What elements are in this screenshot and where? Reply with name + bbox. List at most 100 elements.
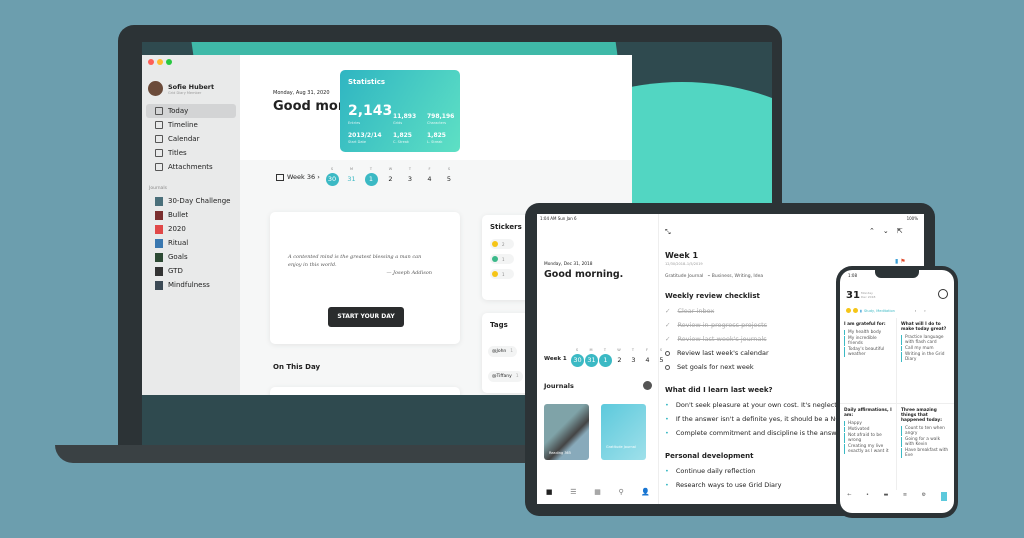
week-day[interactable]: F4	[641, 348, 653, 367]
journal-cover-icon[interactable]	[940, 492, 947, 501]
settings-icon[interactable]: ⚙	[922, 492, 926, 501]
tag-label: @John	[492, 349, 507, 354]
zoom-button[interactable]	[166, 59, 172, 65]
current-streak-value: 1,825	[393, 132, 412, 139]
week-day[interactable]: T3	[627, 348, 639, 367]
weekday-letter: F	[645, 348, 648, 352]
week-selector[interactable]: Week 36 ›	[276, 173, 320, 181]
journal-label: GTD	[168, 267, 183, 275]
sidebar-item-today[interactable]: Today	[146, 104, 236, 118]
current-streak-label: C. Streak	[393, 140, 409, 144]
profile-tab-icon[interactable]: 👤	[641, 488, 650, 496]
week-day[interactable]: M 31	[345, 167, 359, 186]
week-day[interactable]: F4	[423, 167, 437, 186]
week-day[interactable]: S 30	[325, 167, 339, 186]
sidebar-item-timeline[interactable]: Timeline	[146, 118, 236, 132]
tag-item[interactable]: @Tiffany 1	[488, 371, 523, 382]
journal-item[interactable]: Goals	[146, 250, 236, 264]
sticker-item[interactable]: 1	[490, 269, 514, 279]
day-number: 4	[427, 175, 432, 183]
grid-cell[interactable]: What will I do to make today great? Pract…	[897, 318, 954, 404]
checkbox-icon[interactable]	[665, 364, 670, 370]
weekday-letter: F	[428, 167, 431, 171]
journal-item[interactable]: 30-Day Challenge	[146, 194, 236, 208]
journal-cover[interactable]: Reading 365	[544, 404, 589, 460]
journal-label: 30-Day Challenge	[168, 197, 231, 205]
journal-cover[interactable]: Gratitude Journal	[601, 404, 646, 460]
sidebar-item-label: Titles	[168, 149, 187, 157]
sidebar-item-titles[interactable]: Titles	[146, 146, 236, 160]
close-button[interactable]	[148, 59, 154, 65]
journal-item[interactable]: 2020	[146, 222, 236, 236]
day-number: 2	[617, 356, 622, 364]
week-day[interactable]: T1	[364, 167, 378, 186]
item-text: If the answer isn't a definite yes, it s…	[675, 415, 843, 423]
week-day[interactable]: T3	[403, 167, 417, 186]
minimize-button[interactable]	[157, 59, 163, 65]
list-tab-icon[interactable]: ☰	[570, 488, 576, 496]
checkmark-icon[interactable]: ✓	[665, 321, 670, 329]
tag-item[interactable]: @John 1	[488, 346, 518, 357]
item-text: Research ways to use Grid Diary	[675, 481, 782, 489]
journal-cover-icon	[155, 196, 163, 206]
journal-item[interactable]: Bullet	[146, 208, 236, 222]
sidebar-item-attachments[interactable]: Attachments	[146, 160, 236, 174]
sticker-icon	[492, 241, 498, 247]
photo-icon[interactable]: ▬	[884, 492, 889, 501]
more-icon[interactable]	[643, 381, 652, 390]
entry-tags[interactable]: Study, Meditation	[864, 309, 895, 313]
calendar-tab-icon[interactable]: ▦	[594, 488, 601, 496]
sticker-item[interactable]: 1	[490, 254, 514, 264]
week-day[interactable]: S5	[442, 167, 456, 186]
weekday-letter: W	[388, 167, 393, 171]
entry-tags[interactable]: Business, Writing, Idea	[712, 274, 763, 279]
today-icon[interactable]: •	[866, 492, 869, 501]
checkmark-icon[interactable]: ✓	[665, 307, 670, 315]
sticker-item[interactable]: 2	[490, 239, 514, 249]
prev-icon[interactable]: ‹	[915, 309, 916, 313]
collapse-icon[interactable]: ⤡	[665, 228, 671, 237]
journal-tab-icon[interactable]: ■	[546, 488, 553, 496]
share-icon[interactable]: ⇱	[897, 227, 911, 235]
journal-item[interactable]: GTD	[146, 264, 236, 278]
item-text: Review last week's calendar	[677, 349, 769, 357]
entry-meta: ▮ Study, Meditation ‹ ›	[846, 308, 926, 313]
more-icon[interactable]	[938, 289, 948, 299]
user-profile[interactable]: Sofie Hubert Grid Diary Member	[142, 71, 240, 104]
on-this-day-card[interactable]	[270, 387, 460, 395]
next-icon[interactable]: ›	[924, 309, 925, 313]
quote-text: A contented mind is the greatest blessin…	[288, 254, 422, 268]
week-day[interactable]: T1	[599, 348, 612, 367]
day-number: 5	[446, 175, 452, 183]
week-day[interactable]: W2	[613, 348, 625, 367]
journals-heading: Journals	[149, 186, 167, 191]
checkmark-icon[interactable]: ✓	[665, 335, 670, 343]
item-text: Complete commitment and discipline is th…	[675, 429, 845, 437]
journal-item[interactable]: Ritual	[146, 236, 236, 250]
next-icon[interactable]: ⌄	[883, 227, 897, 235]
weekday-letter: S	[447, 167, 451, 171]
text-icon[interactable]: ≡	[903, 492, 907, 501]
back-icon[interactable]: ←	[847, 492, 851, 501]
search-tab-icon[interactable]: ⚲	[619, 488, 624, 496]
start-your-day-button[interactable]: START YOUR DAY	[328, 307, 404, 327]
bookmark-flag-icons[interactable]: ▮ ⚑	[895, 258, 906, 265]
grid-answer: Have breakfast with Eve	[901, 448, 950, 458]
week-label[interactable]: Week 1	[544, 356, 567, 362]
iphone-screen: 1:08 31 Monday Dec 2018 ▮ Study, Meditatio…	[840, 270, 954, 513]
week-day[interactable]: S 30	[571, 348, 584, 367]
entry-journal[interactable]: Gratitude Journal	[665, 274, 703, 279]
grid-cell[interactable]: Daily affirmations, I am: Happy Motivated N…	[840, 404, 897, 490]
week-day[interactable]: M 31	[585, 348, 598, 367]
checkbox-icon[interactable]	[665, 350, 670, 356]
quote-author: — Joseph Addison	[386, 270, 432, 276]
weekday-letter: T	[631, 348, 635, 352]
sidebar-item-calendar[interactable]: Calendar	[146, 132, 236, 146]
week-day[interactable]: W2	[384, 167, 398, 186]
grid-cell[interactable]: I am grateful for: My health body My incre…	[840, 318, 897, 404]
window-controls[interactable]	[142, 55, 240, 71]
previous-icon[interactable]: ⌃	[869, 227, 883, 235]
journal-item[interactable]: Mindfulness	[146, 278, 236, 292]
journal-label: Mindfulness	[168, 281, 210, 289]
grid-cell[interactable]: Three amazing things that happened today…	[897, 404, 954, 490]
